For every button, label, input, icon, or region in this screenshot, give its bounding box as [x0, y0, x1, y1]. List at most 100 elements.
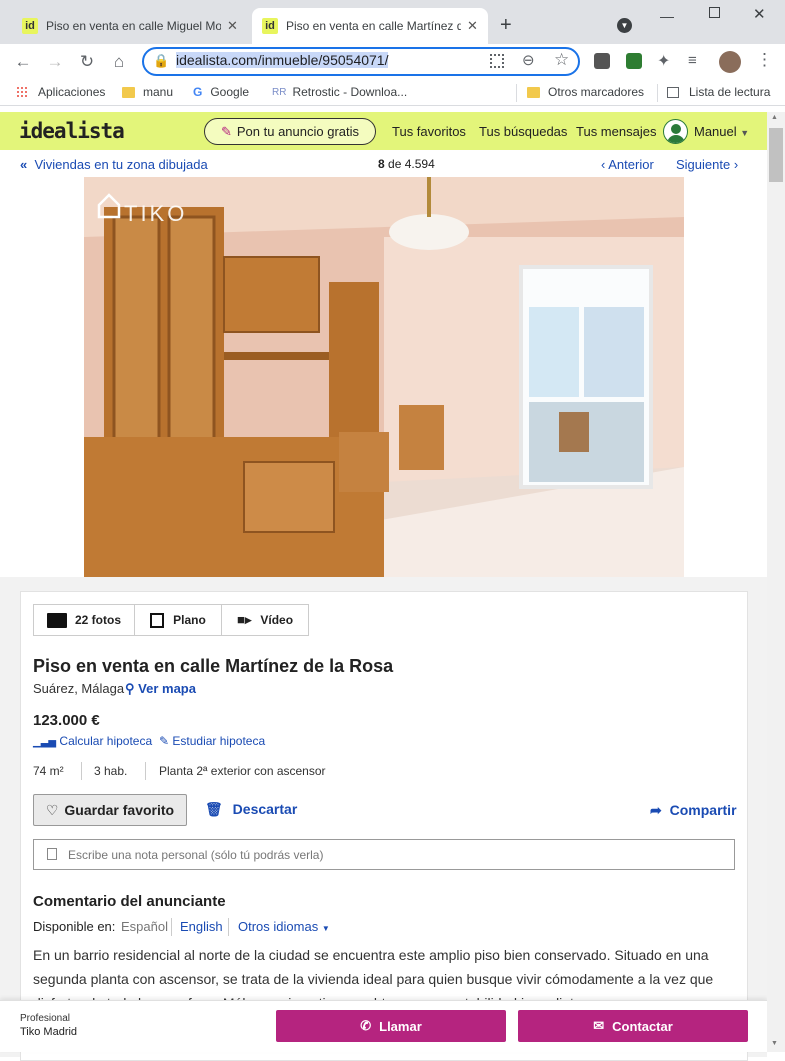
study-mortgage-label: Estudiar hipoteca [172, 734, 266, 748]
other-languages-dropdown[interactable]: Otros idiomas ▼ [238, 919, 330, 934]
home-icon[interactable]: ⌂ [107, 50, 131, 74]
divider [228, 918, 229, 936]
bookmark-reading-list[interactable]: Lista de lectura [667, 85, 770, 99]
discard-button[interactable]: 🗑 Descartar [205, 801, 297, 818]
bookmark-google[interactable]: G Google [193, 85, 249, 99]
language-spanish[interactable]: Español [121, 919, 168, 934]
advertiser-type: Profesional [20, 1013, 71, 1024]
google-icon: G [193, 85, 203, 99]
nav-messages[interactable]: Tus mensajes [576, 124, 656, 139]
back-icon[interactable]: ← [11, 50, 35, 74]
star-icon[interactable]: ☆ [554, 50, 569, 70]
divider [81, 762, 82, 780]
tab-photos[interactable]: 22 fotos [33, 604, 135, 636]
new-tab-icon[interactable]: + [500, 14, 512, 37]
chat-icon: ✉ [593, 1018, 605, 1033]
caret-down-icon: ▼ [321, 924, 330, 933]
extension-icon[interactable] [594, 53, 610, 69]
maximize-icon[interactable] [709, 7, 720, 18]
call-button[interactable]: ✆ Llamar [276, 1010, 506, 1042]
bookmark-apps[interactable]: Aplicaciones [16, 85, 105, 99]
view-map-link[interactable]: ⚲ Ver mapa [125, 681, 196, 697]
contact-button[interactable]: ✉ Contactar [518, 1010, 748, 1042]
video-camera-icon: ■▸ [236, 612, 252, 627]
calculate-mortgage-link[interactable]: ▁▃▅ Calcular hipoteca [33, 734, 152, 748]
bookmark-other[interactable]: Otros marcadores [527, 85, 644, 99]
bookmark-separator [516, 84, 517, 102]
main-photo[interactable]: TIKO [84, 177, 684, 577]
back-to-results-link[interactable]: « Viviendas en tu zona dibujada [20, 157, 208, 172]
bookmark-separator [657, 84, 658, 102]
publish-ad-button[interactable]: ✎ Pon tu anuncio gratis [204, 118, 376, 145]
feature-area: 74 m² [33, 764, 64, 778]
user-name: Manuel [694, 124, 737, 139]
reading-list-icon [667, 86, 679, 98]
menu-icon[interactable]: ⋮ [756, 50, 773, 70]
bookmark-retrostic[interactable]: RR Retrostic - Downloa... [272, 85, 407, 99]
scroll-up-icon[interactable]: ▲ [771, 114, 778, 121]
bookmark-label: Aplicaciones [38, 85, 106, 99]
phone-icon: ✆ [360, 1018, 372, 1033]
next-link[interactable]: Siguiente › [676, 157, 738, 172]
scrollbar-thumb[interactable] [769, 128, 783, 182]
bookmark-label: Retrostic - Downloa... [292, 85, 408, 99]
chevron-left-icon: ‹ [601, 157, 606, 172]
discard-label: Descartar [232, 801, 298, 817]
idealista-logo[interactable]: idealista [19, 119, 125, 143]
calculate-mortgage-label: Calcular hipoteca [59, 734, 153, 748]
retrostic-icon: RR [272, 86, 287, 98]
scrollbar[interactable] [767, 112, 785, 1052]
previous-label: Anterior [608, 157, 654, 172]
media-icon[interactable]: ≡ [688, 52, 697, 69]
other-languages-label: Otros idiomas [238, 919, 319, 934]
tab-search-icon[interactable]: ▼ [617, 18, 632, 33]
close-icon[interactable]: ✕ [227, 18, 238, 34]
save-favorite-button[interactable]: ♡ Guardar favorito [33, 794, 187, 826]
reload-icon[interactable]: ↻ [75, 50, 99, 74]
note-icon [47, 848, 57, 860]
tab-video-label: Vídeo [260, 613, 294, 627]
scroll-down-icon[interactable]: ▼ [771, 1040, 778, 1047]
available-in-label: Disponible en: [33, 919, 116, 934]
close-window-icon[interactable]: ✕ [753, 5, 766, 23]
url-text[interactable]: idealista.com/inmueble/95054071/ [176, 52, 389, 68]
close-icon[interactable]: ✕ [467, 18, 478, 34]
nav-favorites[interactable]: Tus favoritos [392, 124, 466, 139]
zoom-icon[interactable]: ⊖ [522, 51, 535, 69]
nav-searches[interactable]: Tus búsquedas [479, 124, 567, 139]
bookmark-label: Google [210, 85, 250, 99]
personal-note-input[interactable]: Escribe una nota personal (sólo tú podrá… [33, 839, 735, 870]
advertiser-name: Tiko Madrid [20, 1026, 78, 1038]
previous-link[interactable]: ‹ Anterior [601, 157, 654, 172]
tab-floorplan[interactable]: Plano [134, 604, 222, 636]
tab-video[interactable]: ■▸ Vídeo [221, 604, 309, 636]
forward-icon[interactable]: → [43, 50, 67, 74]
next-label: Siguiente [676, 157, 731, 172]
map-pin-icon: ⚲ [125, 681, 135, 696]
user-avatar-icon[interactable] [663, 119, 688, 144]
tab-inactive[interactable]: id Piso en venta en calle Miguel Mo ✕ [12, 8, 248, 44]
floorplan-icon [150, 612, 165, 628]
user-menu[interactable]: Manuel ▼ [694, 124, 749, 139]
minimize-icon[interactable]: — [660, 8, 674, 24]
double-chevron-left-icon: « [20, 157, 28, 172]
feature-floor: Planta 2ª exterior con ascensor [159, 764, 326, 778]
position-total: de 4.594 [388, 157, 435, 171]
profile-icon[interactable] [719, 51, 741, 73]
apps-grid-icon [16, 86, 28, 98]
bookmark-manu[interactable]: manu [122, 85, 173, 99]
listing-position: 8 de 4.594 [378, 157, 435, 171]
divider [145, 762, 146, 780]
qr-code-icon[interactable] [490, 54, 504, 68]
lock-icon[interactable]: 🔒 [153, 53, 169, 69]
bar-chart-icon: ▁▃▅ [33, 737, 57, 748]
tab-active[interactable]: id Piso en venta en calle Martínez d ✕ [252, 8, 488, 44]
extension-icon[interactable] [626, 53, 642, 69]
study-mortgage-link[interactable]: ✎ Estudiar hipoteca [159, 734, 265, 748]
feature-rooms: 3 hab. [94, 764, 128, 778]
puzzle-icon[interactable]: ✦ [657, 51, 670, 71]
share-button[interactable]: ➦ Compartir [650, 802, 737, 819]
back-link-label: Viviendas en tu zona dibujada [34, 157, 208, 172]
language-english[interactable]: English [180, 919, 223, 934]
tiko-watermark: TIKO [124, 201, 188, 226]
